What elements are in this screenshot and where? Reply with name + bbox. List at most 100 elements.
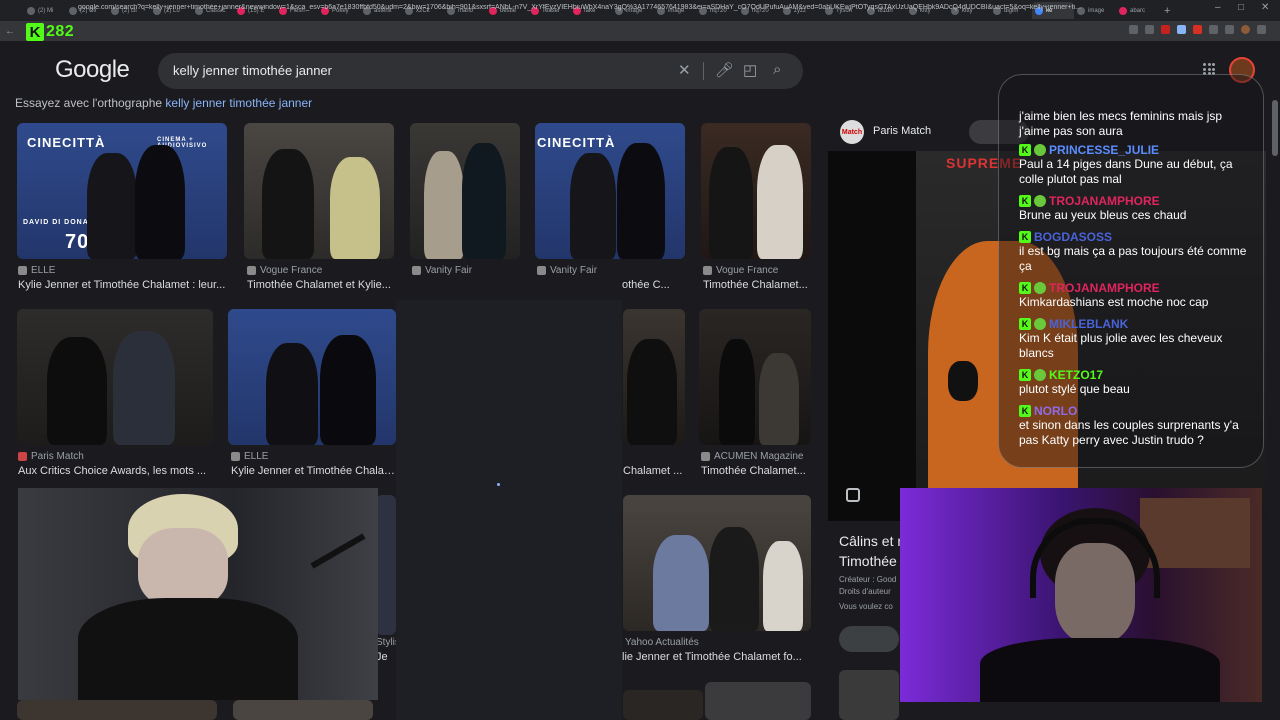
person-figure xyxy=(709,527,759,631)
menu-dots-icon[interactable] xyxy=(1257,25,1266,34)
chat-message-text: Paul a 14 piges dans Dune au début, ça c… xyxy=(1019,157,1233,186)
result-image[interactable] xyxy=(244,123,394,259)
chat-username[interactable]: TROJANAMPHORE xyxy=(1049,281,1160,295)
result-image[interactable] xyxy=(705,682,811,720)
chat-message-text: Brune au yeux bleus ces chaud xyxy=(1019,208,1187,222)
result-image[interactable] xyxy=(699,309,811,445)
person-figure xyxy=(763,541,803,631)
result-title[interactable]: Kylie Jenner et Timothée Chalame xyxy=(231,465,397,477)
person-figure xyxy=(653,535,709,631)
result-title[interactable]: Chalamet ... xyxy=(623,465,687,477)
panel-thumbnail[interactable] xyxy=(839,670,899,720)
profile-icon[interactable] xyxy=(1241,25,1250,34)
chat-username[interactable]: TROJANAMPHORE xyxy=(1049,194,1160,208)
result-image[interactable] xyxy=(376,495,396,635)
result-title[interactable]: othée C... xyxy=(622,279,686,291)
person-figure xyxy=(330,157,380,259)
extension-icon[interactable] xyxy=(1193,25,1202,34)
chat-message: K BOGDASOSS il est bg mais ça a pas toujo… xyxy=(1019,230,1255,274)
chat-message-text: j'aime bien les mecs feminins mais jsp j… xyxy=(1019,109,1223,138)
back-icon[interactable]: ← xyxy=(3,26,17,37)
microphone-icon[interactable]: 🎤︎ xyxy=(715,61,734,79)
result-image[interactable] xyxy=(17,700,217,720)
chat-username[interactable]: MIKLEBLANK xyxy=(1049,317,1128,331)
image-text: 70 xyxy=(65,231,90,253)
result-title[interactable]: Aux Critics Choice Awards, les mots ... xyxy=(18,465,214,477)
new-tab-icon[interactable]: + xyxy=(1164,5,1170,17)
result-image[interactable] xyxy=(701,123,811,259)
chat-username[interactable]: BOGDASOSS xyxy=(1034,230,1112,244)
source-favicon xyxy=(701,452,710,461)
extension-icons xyxy=(1129,25,1266,34)
panel-action-button[interactable] xyxy=(839,626,899,652)
search-query[interactable]: kelly jenner timothée janner xyxy=(173,63,332,78)
panel-title[interactable]: Câlins et m Timothée xyxy=(839,531,909,571)
camera-lens-icon[interactable]: ◰ xyxy=(743,61,757,79)
close-window-icon[interactable]: ✕ xyxy=(1261,2,1269,13)
chat-username-row: K PRINCESSE_JULIE xyxy=(1019,143,1255,157)
source-favicon xyxy=(18,266,27,275)
search-icon[interactable] xyxy=(1129,25,1138,34)
browser-tab[interactable]: abarc xyxy=(1116,2,1158,19)
puzzle-icon[interactable] xyxy=(1225,25,1234,34)
person-figure xyxy=(617,143,665,259)
result-title[interactable]: Timothée Chalamet et Kylie... xyxy=(247,279,395,291)
kick-viewer-counter: K 282 xyxy=(26,20,86,44)
source-logo: Match xyxy=(840,120,864,144)
person-figure xyxy=(570,153,616,259)
spelling-suggestion-link[interactable]: kelly jenner timothée janner xyxy=(165,96,312,110)
result-title[interactable]: Je xyxy=(376,651,396,663)
result-title[interactable]: Timothée Chalamet... xyxy=(703,279,811,291)
browser-tab[interactable]: (2) Mi xyxy=(24,2,66,19)
result-title[interactable]: Timothée Chalamet... xyxy=(701,465,811,477)
chat-username-row: K TROJANAMPHORE xyxy=(1019,281,1255,295)
person-figure xyxy=(462,143,506,259)
result-title[interactable]: lie Jenner et Timothée Chalamet fo... xyxy=(622,651,808,663)
panel-question: Vous voulez co xyxy=(839,602,893,611)
result-image[interactable] xyxy=(623,690,703,720)
result-image[interactable] xyxy=(623,309,685,445)
google-logo[interactable]: Google xyxy=(55,56,130,84)
clear-icon[interactable]: ✕ xyxy=(678,61,691,79)
source-favicon xyxy=(18,452,27,461)
chat-username[interactable]: NORLO xyxy=(1034,404,1077,418)
search-icon[interactable]: ⌕ xyxy=(773,61,781,78)
result-image[interactable] xyxy=(623,495,811,631)
source-favicon xyxy=(537,266,546,275)
scrollbar[interactable] xyxy=(1272,100,1278,156)
chat-username-row: K MIKLEBLANK xyxy=(1019,317,1255,331)
result-image[interactable]: CINECITTÀ CINEMA + AUDIOVISIVO DAVID DI … xyxy=(17,123,227,259)
person-figure xyxy=(113,331,175,445)
result-image[interactable] xyxy=(233,700,373,720)
subscriber-badge-icon xyxy=(1034,195,1046,207)
extension-icon[interactable] xyxy=(1209,25,1218,34)
result-title[interactable]: Kylie Jenner et Timothée Chalamet : leur… xyxy=(18,279,226,291)
search-box[interactable]: kelly jenner timothée janner ✕ 🎤︎ ◰ ⌕ xyxy=(158,53,803,89)
chat-message: K NORLO et sinon dans les couples surpren… xyxy=(1019,404,1255,448)
source-favicon xyxy=(231,452,240,461)
url-field[interactable]: google.com/search?q=kelly+jenner+timothé… xyxy=(78,4,1088,16)
extension-icon[interactable] xyxy=(1177,25,1186,34)
result-source: Stylis xyxy=(376,637,396,648)
result-image[interactable]: CINECITTÀ xyxy=(535,123,685,259)
result-image[interactable] xyxy=(17,309,213,445)
minimize-icon[interactable]: – xyxy=(1215,2,1221,13)
result-image[interactable] xyxy=(410,123,520,259)
chat-username[interactable]: KETZO17 xyxy=(1049,368,1103,382)
person-figure xyxy=(87,153,137,259)
person-figure xyxy=(709,147,753,259)
chat-username[interactable]: PRINCESSE_JULIE xyxy=(1049,143,1159,157)
star-icon[interactable] xyxy=(1145,25,1154,34)
maximize-icon[interactable]: □ xyxy=(1238,2,1244,13)
person-face xyxy=(1055,543,1135,643)
pdf-extension-icon[interactable] xyxy=(1161,25,1170,34)
result-image[interactable] xyxy=(228,309,396,445)
person-body xyxy=(980,638,1220,702)
lens-search-icon[interactable] xyxy=(846,488,860,502)
panel-source-name[interactable]: Paris Match xyxy=(873,125,931,137)
kick-badge-icon: K xyxy=(1019,369,1031,381)
subscriber-badge-icon xyxy=(1034,318,1046,330)
chat-message: K TROJANAMPHORE Brune au yeux bleus ces c… xyxy=(1019,194,1255,223)
result-source: Vanity Fair xyxy=(537,265,687,276)
kick-badge-icon: K xyxy=(1019,144,1031,156)
